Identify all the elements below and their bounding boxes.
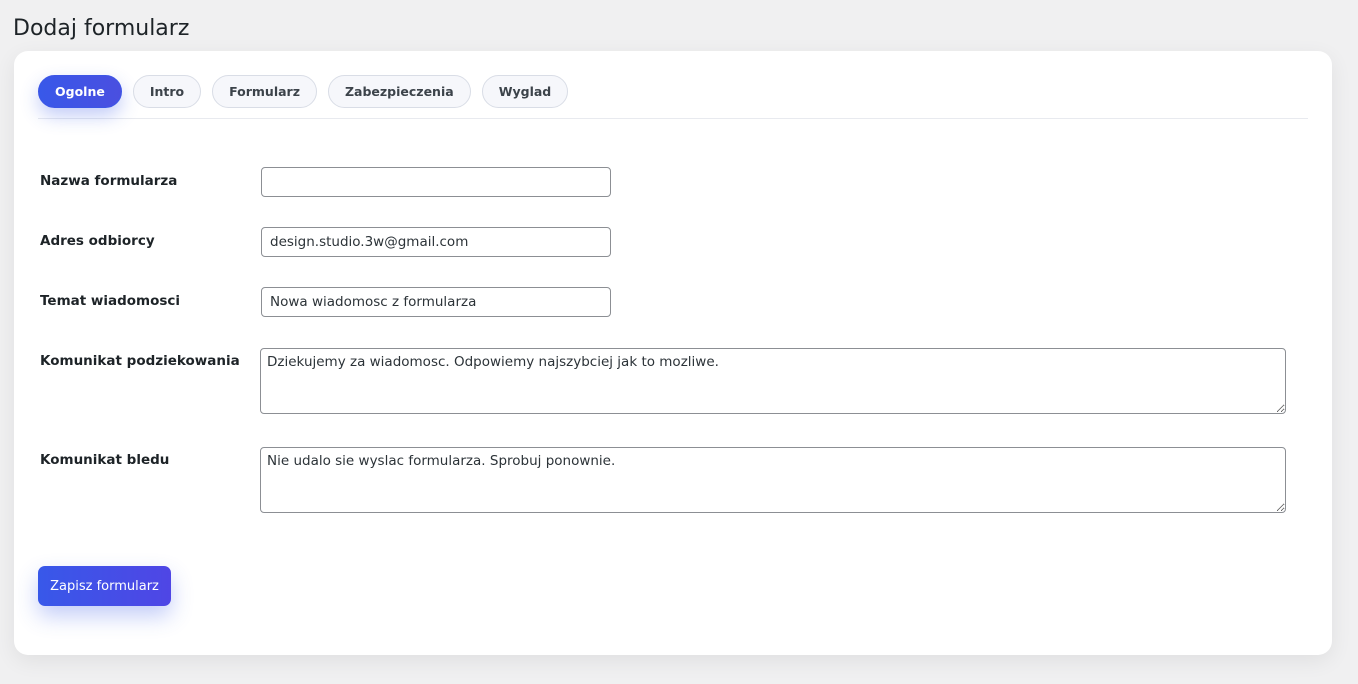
- subject-input[interactable]: [261, 287, 611, 317]
- tab-wyglad[interactable]: Wyglad: [481, 75, 569, 108]
- form-name-label: Nazwa formularza: [40, 173, 178, 189]
- tab-bar: Ogolne Intro Formularz Zabezpieczenia Wy…: [38, 75, 1308, 119]
- save-form-button[interactable]: Zapisz formularz: [38, 566, 171, 606]
- error-message-label: Komunikat bledu: [40, 452, 170, 468]
- thanks-message-textarea[interactable]: Dziekujemy za wiadomosc. Odpowiemy najsz…: [260, 348, 1286, 414]
- error-message-textarea[interactable]: Nie udalo sie wyslac formularza. Sprobuj…: [260, 447, 1286, 513]
- recipient-input[interactable]: [261, 227, 611, 257]
- tab-ogolne[interactable]: Ogolne: [38, 75, 122, 108]
- form-card: Ogolne Intro Formularz Zabezpieczenia Wy…: [14, 51, 1332, 655]
- tab-zabezpieczenia[interactable]: Zabezpieczenia: [327, 75, 471, 108]
- tab-intro[interactable]: Intro: [132, 75, 202, 108]
- subject-label: Temat wiadomosci: [40, 293, 181, 309]
- recipient-label: Adres odbiorcy: [40, 233, 155, 249]
- tab-formularz[interactable]: Formularz: [212, 75, 317, 108]
- page-title: Dodaj formularz: [13, 16, 190, 41]
- form-name-input[interactable]: [261, 167, 611, 197]
- thanks-message-label: Komunikat podziekowania: [40, 353, 240, 369]
